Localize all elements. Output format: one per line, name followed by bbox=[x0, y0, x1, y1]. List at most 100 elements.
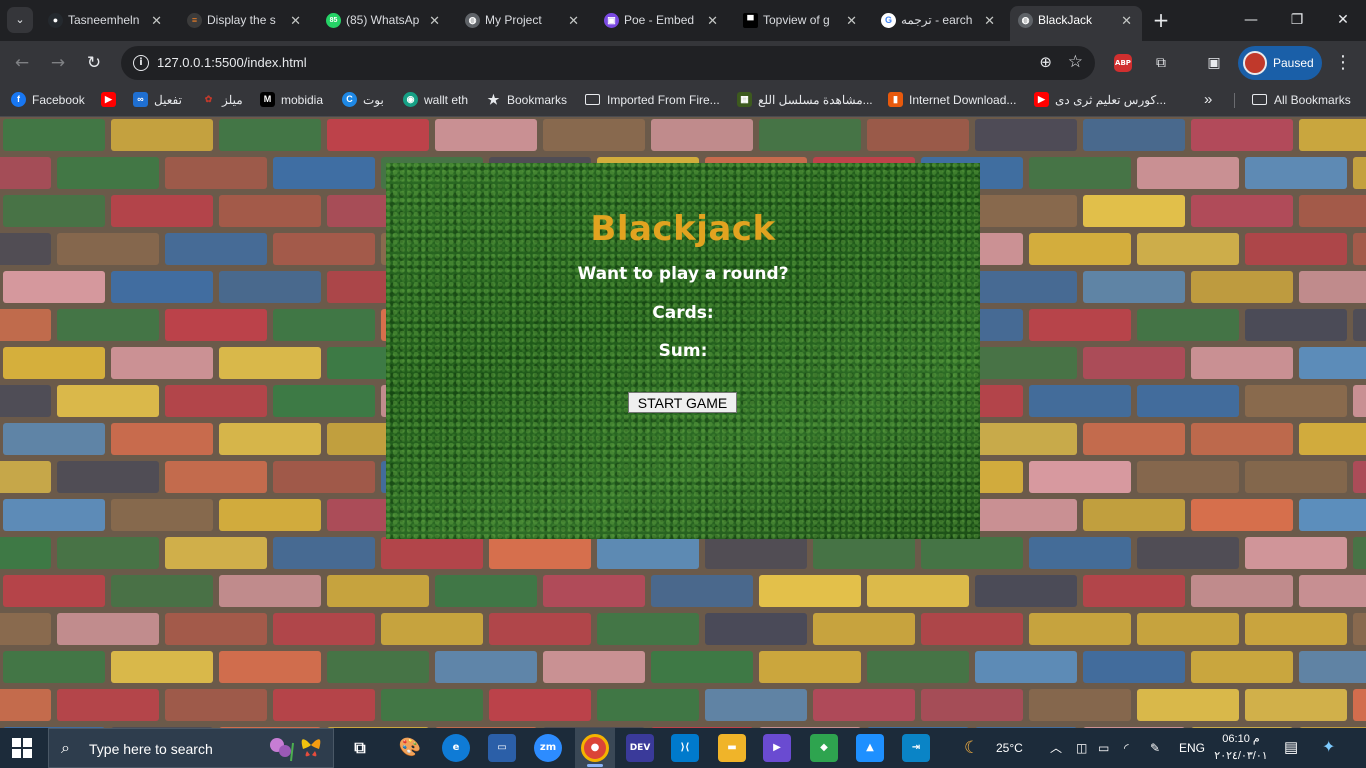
tab-google-search[interactable]: G ترجمه - earch ✕ bbox=[873, 6, 1005, 35]
bookmark-bookmarks[interactable]: ★ Bookmarks bbox=[486, 85, 567, 115]
edge-icon[interactable]: e bbox=[442, 734, 470, 762]
photos-icon[interactable]: ▲ bbox=[856, 734, 884, 762]
bookmark-mobidia[interactable]: Mmobidia bbox=[260, 85, 323, 115]
extensions-icon[interactable]: ⧉ bbox=[1150, 52, 1172, 74]
avatar bbox=[1243, 51, 1267, 75]
tab-stackoverflow[interactable]: ≡ Display the s ✕ bbox=[179, 6, 311, 35]
taskbar-search-box[interactable]: ⌕ Type here to search bbox=[48, 728, 334, 768]
zoom-icon[interactable]: ⊕ bbox=[1039, 53, 1052, 71]
tab-topview[interactable]: ▀ Topview of g ✕ bbox=[735, 6, 867, 35]
bookmark-wallet[interactable]: ◉ wallt eth bbox=[403, 85, 468, 115]
bookmark-activate[interactable]: ∞ تفعيل bbox=[133, 85, 182, 115]
zoom-app-icon[interactable]: zm bbox=[534, 734, 562, 762]
profile-button[interactable]: Paused bbox=[1238, 46, 1322, 80]
bookmark-3d-course[interactable]: ▶ كورس تعليم ثرى دى... bbox=[1034, 85, 1166, 115]
bookmark-youtube[interactable]: ▶ bbox=[101, 85, 122, 115]
tab-blackjack[interactable]: ◍ BlackJack ✕ bbox=[1010, 6, 1142, 41]
url-text[interactable]: 127.0.0.1:5500/index.html bbox=[157, 46, 307, 80]
bookmark-series[interactable]: ▦ مشاهدة مسلسل اللع... bbox=[737, 85, 873, 115]
bookmark-label: تفعيل bbox=[154, 93, 182, 107]
game-title: Blackjack bbox=[590, 209, 776, 249]
address-bar[interactable]: i 127.0.0.1:5500/index.html ⊕ ☆ bbox=[121, 46, 1095, 80]
close-icon[interactable]: ✕ bbox=[429, 6, 440, 35]
close-icon[interactable]: ✕ bbox=[707, 6, 718, 35]
clock[interactable]: 06:10 م ٢٠٢٤/٠٣/٠١ bbox=[1212, 731, 1270, 765]
tab-title: Poe - Embed bbox=[624, 13, 695, 27]
close-icon[interactable]: ✕ bbox=[568, 6, 579, 35]
forward-icon[interactable]: → bbox=[45, 50, 71, 76]
close-icon[interactable]: ✕ bbox=[151, 6, 162, 35]
bookmark-facebook[interactable]: f Facebook bbox=[11, 85, 85, 115]
facebook-icon: f bbox=[11, 92, 26, 108]
side-panel-icon[interactable]: ▣ bbox=[1203, 52, 1225, 74]
task-view-icon[interactable]: ⧉ bbox=[346, 734, 374, 762]
tab-whatsapp[interactable]: 85 (85) WhatsAp ✕ bbox=[318, 6, 450, 35]
back-icon[interactable]: ← bbox=[9, 50, 35, 76]
bookmark-meals[interactable]: ✿ ميلز bbox=[201, 85, 243, 115]
tab-my-project[interactable]: ◍ My Project ✕ bbox=[457, 6, 589, 35]
tab-title: BlackJack bbox=[1038, 13, 1093, 27]
tab-github[interactable]: ● Tasneemheln ✕ bbox=[40, 6, 172, 35]
copilot-icon[interactable]: ✦ bbox=[1322, 728, 1335, 768]
bookmark-label: Imported From Fire... bbox=[607, 93, 720, 107]
divider bbox=[1234, 93, 1235, 108]
notification-icon[interactable]: ▤ bbox=[1284, 728, 1298, 768]
battery-icon[interactable]: ▭ bbox=[1098, 728, 1109, 768]
bookmark-label: كورس تعليم ثرى دى... bbox=[1055, 93, 1167, 107]
bookmark-all-bookmarks[interactable]: All Bookmarks bbox=[1252, 85, 1351, 115]
restore-icon[interactable]: ❐ bbox=[1274, 0, 1320, 41]
whatsapp-icon: 85 bbox=[326, 13, 341, 28]
dev-icon[interactable]: DEV bbox=[626, 734, 654, 762]
language-indicator[interactable]: ENG bbox=[1179, 728, 1205, 768]
wifi-icon[interactable]: ◜ bbox=[1124, 728, 1129, 768]
star-icon: ★ bbox=[487, 92, 500, 108]
bookmark-label: مشاهدة مسلسل اللع... bbox=[758, 93, 873, 107]
weather-icon[interactable]: ☾ bbox=[964, 728, 979, 768]
tab-poe[interactable]: ▣ Poe - Embed ✕ bbox=[596, 6, 728, 35]
tab-search-button[interactable]: ⌄ bbox=[7, 7, 33, 33]
mail-icon[interactable]: ⇥ bbox=[902, 734, 930, 762]
file-explorer-icon[interactable]: ▬ bbox=[718, 734, 746, 762]
camera-icon[interactable]: ◫ bbox=[1076, 728, 1087, 768]
show-hidden-icons[interactable]: ︿ bbox=[1050, 728, 1062, 768]
tab-title: ترجمه - earch bbox=[901, 13, 973, 27]
vscode-icon[interactable]: ⟩⟨ bbox=[671, 734, 699, 762]
clipchamp-icon[interactable]: ▶ bbox=[763, 734, 791, 762]
site-info-icon[interactable]: i bbox=[133, 55, 149, 71]
game-board: Blackjack Want to play a round? Cards: S… bbox=[386, 163, 980, 539]
close-icon[interactable]: ✕ bbox=[290, 6, 301, 35]
tab-title: Display the s bbox=[207, 13, 276, 27]
bookmark-star-icon[interactable]: ☆ bbox=[1068, 52, 1083, 72]
search-placeholder: Type here to search bbox=[89, 741, 213, 757]
reload-icon[interactable]: ↻ bbox=[81, 50, 107, 76]
pen-icon[interactable]: ✎ bbox=[1150, 728, 1160, 768]
minimize-icon[interactable]: — bbox=[1228, 0, 1274, 41]
bookmark-label: Internet Download... bbox=[909, 93, 1017, 107]
tv-icon: ▦ bbox=[737, 92, 752, 108]
computer-icon[interactable]: ▭ bbox=[488, 734, 516, 762]
message-text: Want to play a round? bbox=[577, 264, 789, 284]
more-menu-icon[interactable]: ⋮ bbox=[1334, 52, 1352, 73]
poe-icon: ▣ bbox=[604, 13, 619, 28]
adblock-plus-icon[interactable]: ABP bbox=[1114, 54, 1132, 72]
weather-temp[interactable]: 25°C bbox=[996, 728, 1023, 768]
close-icon[interactable]: ✕ bbox=[984, 6, 995, 35]
new-tab-button[interactable]: + bbox=[1150, 9, 1172, 31]
search-icon: ⌕ bbox=[61, 738, 70, 757]
youtube-icon: ▶ bbox=[1034, 92, 1049, 108]
start-game-button[interactable]: START GAME bbox=[628, 392, 737, 413]
chrome-icon[interactable]: ● bbox=[581, 734, 609, 762]
bookmark-bot[interactable]: C بوت bbox=[342, 85, 384, 115]
close-window-icon[interactable]: ✕ bbox=[1320, 0, 1366, 41]
close-icon[interactable]: ✕ bbox=[1121, 6, 1132, 35]
windows-start-icon[interactable] bbox=[12, 738, 32, 758]
close-icon[interactable]: ✕ bbox=[846, 6, 857, 35]
paint-icon[interactable]: 🎨 bbox=[396, 734, 424, 762]
bookmark-idm[interactable]: ▮ Internet Download... bbox=[888, 85, 1016, 115]
more-bookmarks-icon[interactable]: » bbox=[1204, 85, 1212, 115]
bookmark-label: All Bookmarks bbox=[1274, 93, 1351, 107]
git-icon[interactable]: ◆ bbox=[810, 734, 838, 762]
bookmark-imported-folder[interactable]: Imported From Fire... bbox=[585, 85, 720, 115]
globe-icon: ◍ bbox=[465, 13, 480, 28]
profile-status: Paused bbox=[1273, 56, 1314, 70]
